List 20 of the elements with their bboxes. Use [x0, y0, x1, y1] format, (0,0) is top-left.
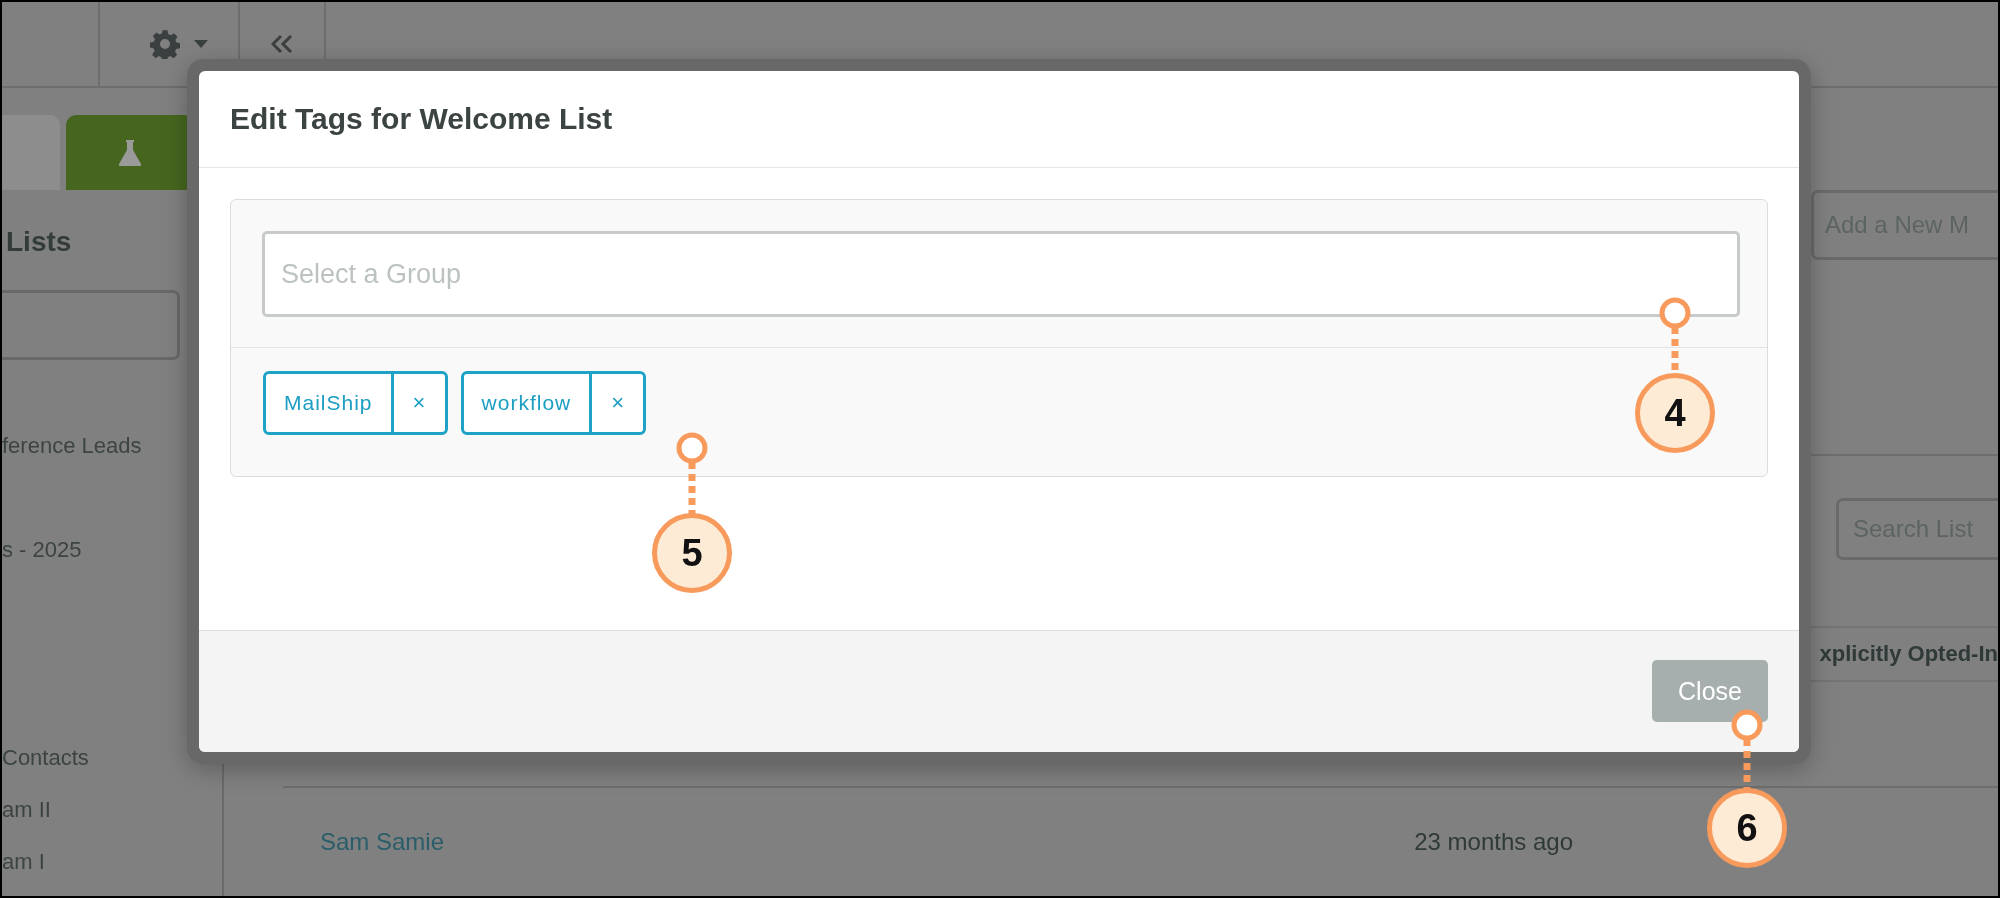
collapse-icon[interactable] [271, 34, 293, 54]
flask-icon [118, 138, 142, 167]
caret-icon[interactable] [194, 40, 208, 48]
column-header: xplicitly Opted-In [1819, 641, 1998, 667]
group-select-field[interactable]: Select a Group [262, 231, 1740, 317]
callout-badge: 6 [1707, 788, 1787, 868]
sidebar-item[interactable]: am I [2, 836, 222, 888]
settings-icon[interactable] [150, 29, 180, 59]
remove-tag-button[interactable]: × [589, 374, 644, 432]
contact-name-link[interactable]: Sam Samie [320, 828, 618, 857]
modal-title: Edit Tags for Welcome List [230, 102, 613, 136]
sidebar-item[interactable]: am II [2, 784, 222, 836]
close-button[interactable]: Close [1652, 660, 1768, 722]
section-heading: Lists [6, 226, 73, 258]
tag-label: workflow [480, 390, 573, 416]
remove-tag-button[interactable]: × [390, 374, 445, 432]
tag-label: MailShip [283, 390, 374, 416]
search-field[interactable] [2, 290, 180, 360]
sidebar-item[interactable]: Contacts [2, 732, 222, 784]
table-cell: 23 months ago [1414, 828, 1573, 857]
